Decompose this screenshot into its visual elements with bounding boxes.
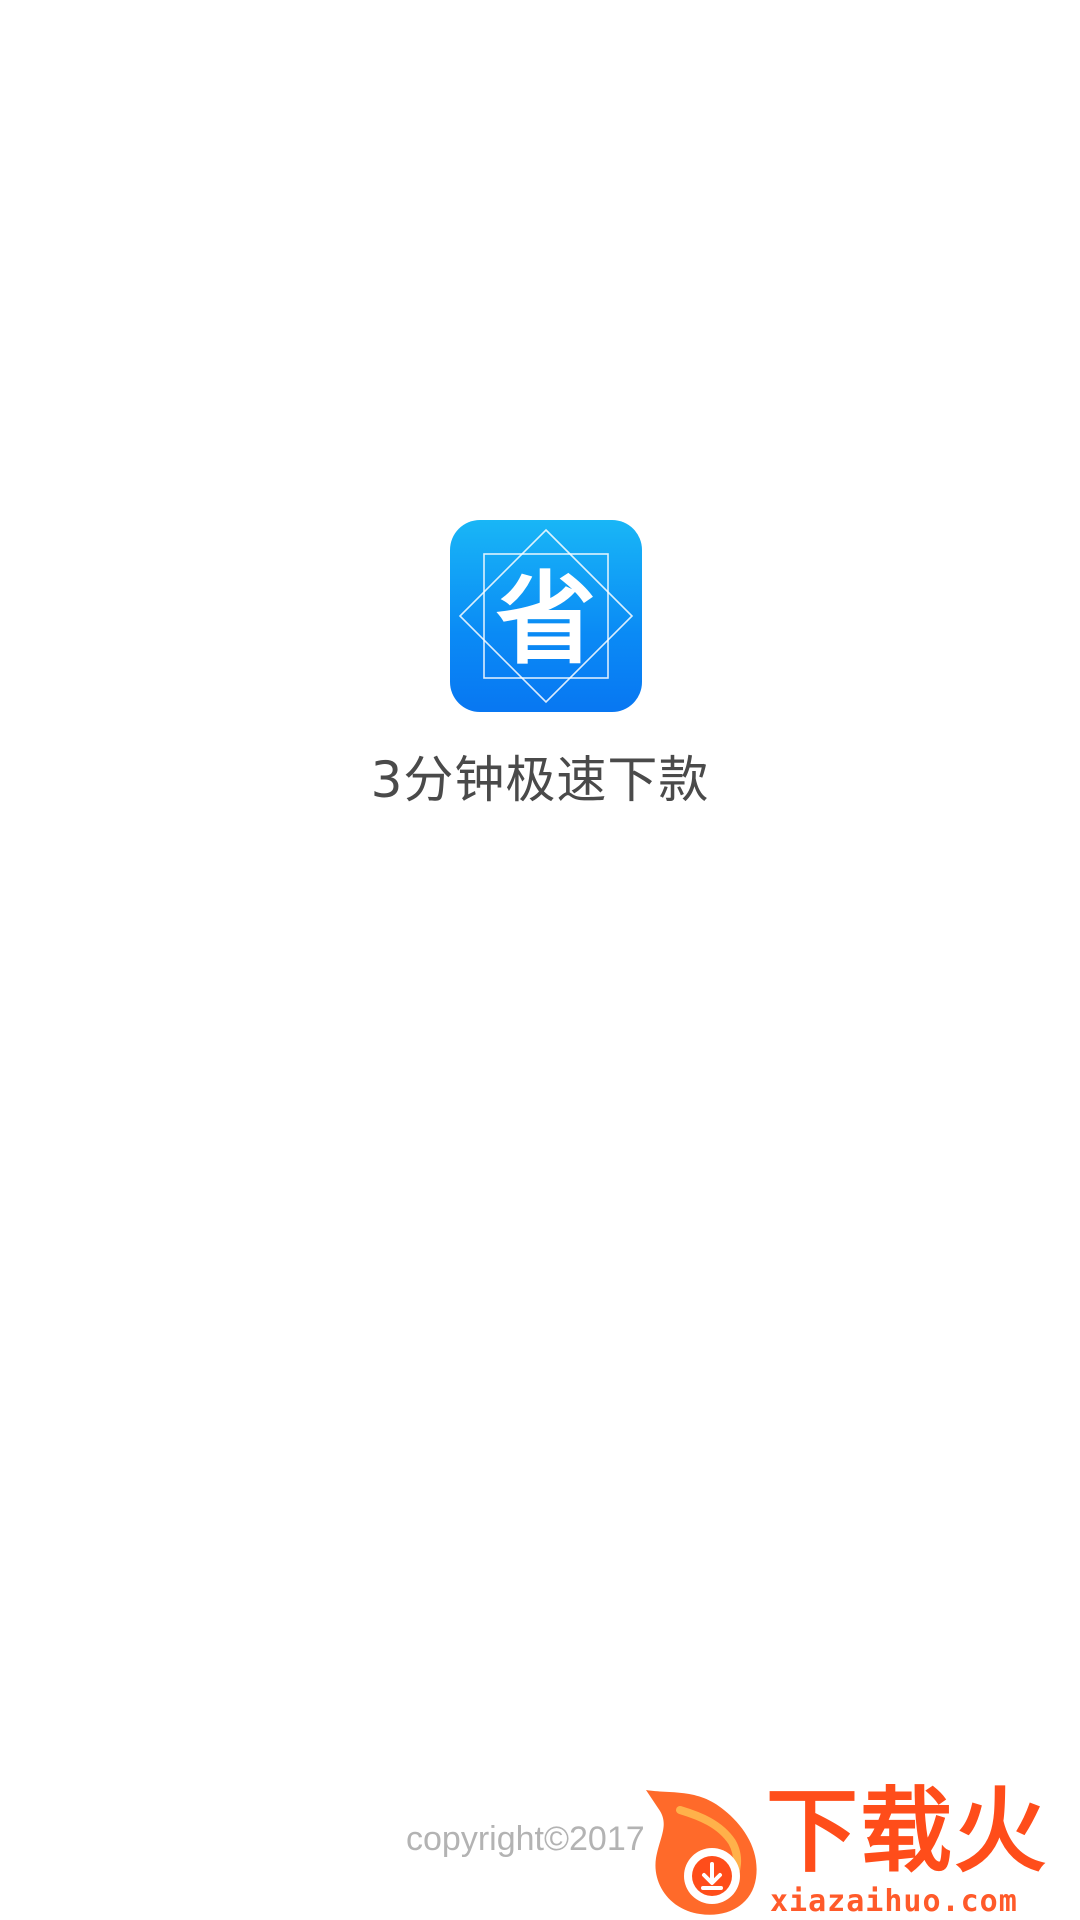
watermark-url: xiazaihuo.com [770, 1884, 1018, 1919]
app-name: 3分钟极速下款 [370, 751, 710, 809]
splash-screen: 省 3分钟极速下款 copyright©2017 下载火 xiazaihuo.c… [0, 0, 1080, 1920]
app-logo-glyph: 省 [496, 561, 596, 678]
watermark-brand: 下载火 [766, 1778, 1049, 1885]
watermark: 下载火 xiazaihuo.com [640, 1780, 1080, 1920]
app-logo-icon: 省 [450, 520, 642, 712]
copyright-text: copyright©2017 [406, 1820, 645, 1858]
